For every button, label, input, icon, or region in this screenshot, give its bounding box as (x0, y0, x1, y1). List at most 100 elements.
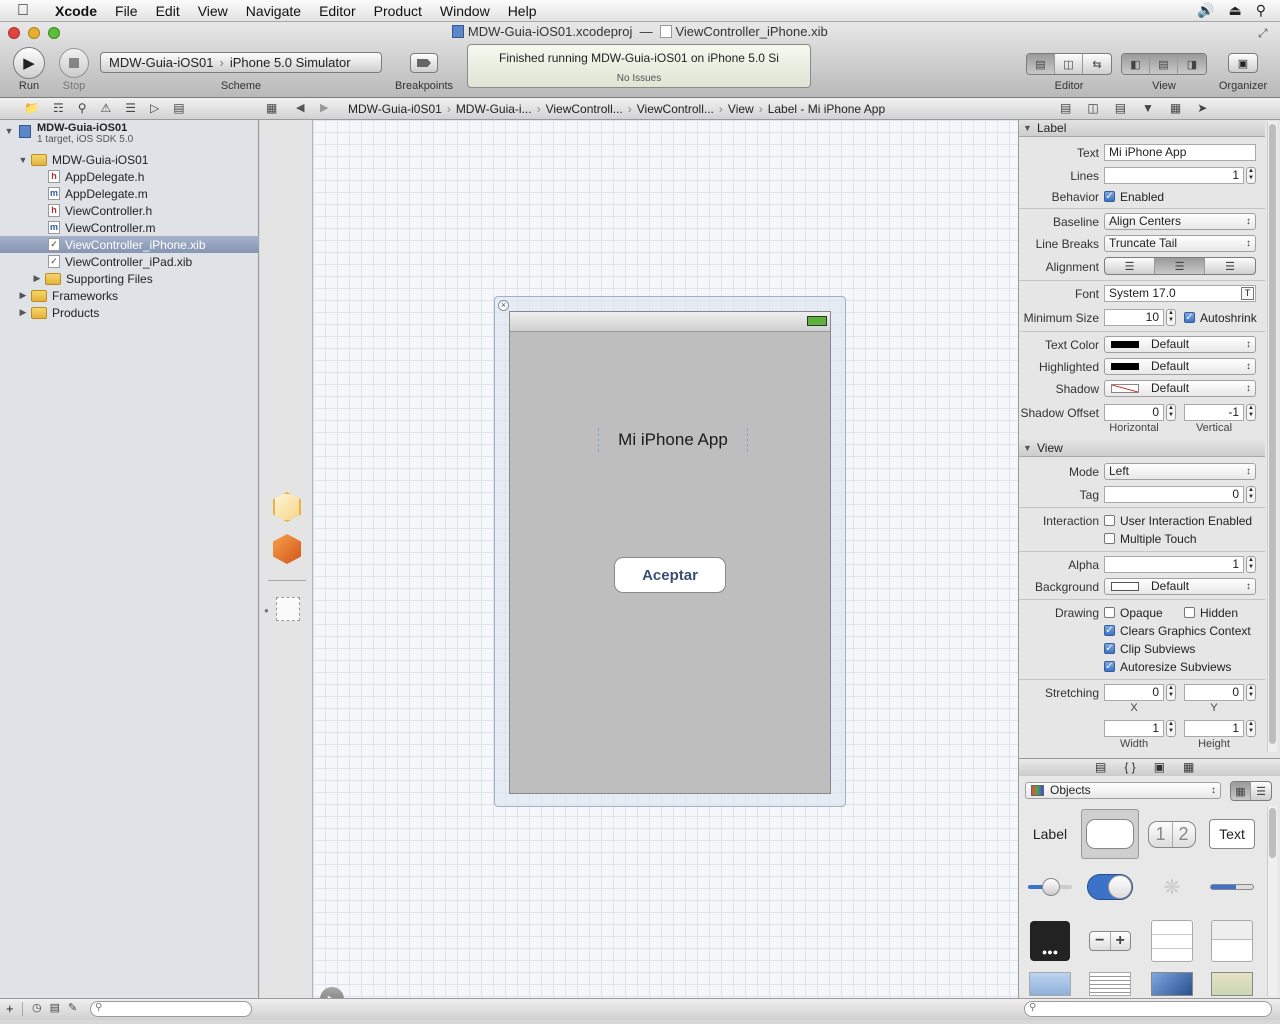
recent-files-icon[interactable]: ◷ (32, 1001, 42, 1014)
align-center-icon[interactable]: ☰ (1155, 258, 1205, 274)
view-object-icon[interactable] (276, 597, 300, 621)
debug-area-toggle-icon[interactable]: ▤ (1150, 54, 1178, 74)
iphone-view[interactable]: Mi iPhone App Aceptar (509, 311, 831, 794)
disclosure-open-icon[interactable]: ▼ (4, 126, 14, 136)
library-tile-segmented-control[interactable]: 1 2 (1143, 809, 1201, 859)
tree-item-viewcontroller-iphone-xib[interactable]: ✓ ViewController_iPhone.xib (0, 236, 259, 253)
align-left-icon[interactable]: ☰ (1105, 258, 1155, 274)
mode-popup[interactable]: Left (1104, 463, 1256, 480)
menu-app[interactable]: Xcode (46, 3, 106, 19)
apple-menu-icon[interactable]:  (0, 2, 46, 20)
file-template-library-icon[interactable]: ▤ (1095, 760, 1106, 774)
forward-arrow-icon[interactable]: ▶ (320, 101, 328, 114)
object-library-icon[interactable]: ▣ (1154, 760, 1165, 774)
breadcrumb-item-file[interactable]: ViewControll... (546, 102, 623, 116)
search-navigator-icon[interactable]: ⚲ (78, 101, 87, 115)
breadcrumb-item-group[interactable]: MDW-Guia-i... (456, 102, 532, 116)
breadcrumb-item-label[interactable]: Label - Mi iPhone App (768, 102, 885, 116)
tree-item-group[interactable]: ▼ MDW-Guia-iOS01 (0, 151, 259, 168)
shadow-color-popup[interactable]: Default (1104, 380, 1256, 397)
view-toggle-segment[interactable]: ◧ ▤ ◨ (1121, 53, 1207, 75)
tree-item-viewcontroller-m[interactable]: m ViewController.m (0, 219, 259, 236)
menu-help[interactable]: Help (499, 3, 546, 19)
media-library-icon[interactable]: ▦ (1183, 760, 1194, 774)
scheme-selector[interactable]: MDW-Guia-iOS01 › iPhone 5.0 Simulator (100, 52, 382, 73)
lines-stepper[interactable]: ▲ ▼ (1246, 167, 1256, 184)
library-tile-page-control[interactable]: ●●● (1021, 916, 1079, 966)
navigator-filter-input[interactable]: ⚲ (90, 1001, 252, 1017)
menu-edit[interactable]: Edit (147, 3, 189, 19)
volume-icon[interactable]: 🔊 (1197, 2, 1214, 19)
library-scroll-thumb[interactable] (1269, 808, 1276, 858)
list-view-icon[interactable]: ☰ (1251, 782, 1271, 800)
breadcrumb-item-view[interactable]: View (728, 102, 754, 116)
project-navigator-icon[interactable]: 📁 (24, 101, 39, 115)
tree-item-appdelegate-m[interactable]: m AppDelegate.m (0, 185, 259, 202)
log-navigator-icon[interactable]: ▤ (173, 101, 184, 115)
connections-inspector-icon[interactable]: ➤ (1197, 101, 1207, 115)
eject-icon[interactable]: ⏏ (1229, 2, 1242, 19)
related-items-icon[interactable]: ▦ (266, 101, 277, 115)
breakpoint-navigator-icon[interactable]: ▷ (150, 101, 159, 115)
align-right-icon[interactable]: ☰ (1205, 258, 1255, 274)
menu-editor[interactable]: Editor (310, 3, 365, 19)
shadow-offset-vertical-field[interactable]: -1 (1184, 404, 1244, 421)
shadow-offset-horizontal-field[interactable]: 0 (1104, 404, 1164, 421)
library-view-mode[interactable]: ▦ ☰ (1230, 781, 1272, 801)
back-arrow-icon[interactable]: ◀ (296, 101, 304, 114)
file-inspector-icon[interactable]: ▤ (1060, 101, 1071, 115)
breadcrumb-item-controller[interactable]: ViewControll... (637, 102, 714, 116)
stretch-x-stepper[interactable]: ▲ ▼ (1166, 684, 1176, 701)
aceptar-button[interactable]: Aceptar (614, 557, 726, 593)
tree-item-appdelegate-h[interactable]: h AppDelegate.h (0, 168, 259, 185)
library-tile-round-rect-button[interactable] (1081, 809, 1139, 859)
library-tile-image-view[interactable] (1021, 972, 1079, 998)
library-tile-switch[interactable] (1081, 862, 1139, 912)
unsaved-files-icon[interactable]: ▤ (50, 1001, 60, 1014)
highlighted-color-popup[interactable]: Default (1104, 358, 1256, 375)
library-tile-progress-view[interactable] (1203, 862, 1261, 912)
library-tile-activity-indicator[interactable]: ❋ (1143, 862, 1201, 912)
organizer-button[interactable]: ▣ (1228, 53, 1258, 73)
stretch-y-field[interactable]: 0 (1184, 684, 1244, 701)
close-view-icon[interactable]: × (498, 300, 509, 311)
view-section-header[interactable]: View (1019, 440, 1265, 457)
clip-subviews-checkbox[interactable]: ✓ (1104, 643, 1115, 654)
attributes-inspector-icon[interactable]: ▼ (1142, 101, 1154, 115)
stretch-height-field[interactable]: 1 (1184, 720, 1244, 737)
stretch-y-stepper[interactable]: ▲ ▼ (1246, 684, 1256, 701)
opaque-checkbox[interactable] (1104, 607, 1115, 618)
fullscreen-icon[interactable]: ⤢ (1258, 26, 1268, 41)
inspector-scroll-thumb[interactable] (1269, 124, 1276, 744)
code-snippet-library-icon[interactable]: { } (1124, 760, 1135, 774)
library-tile-web-view[interactable] (1143, 972, 1201, 998)
user-interaction-checkbox[interactable] (1104, 515, 1115, 526)
disclosure-closed-icon[interactable]: ▶ (18, 307, 28, 318)
library-scrollbar[interactable] (1267, 806, 1277, 996)
menu-product[interactable]: Product (365, 3, 431, 19)
library-tile-label[interactable]: Label (1021, 809, 1079, 859)
library-tile-table-view[interactable] (1143, 916, 1201, 966)
files-owner-icon[interactable] (273, 492, 301, 522)
label-text-field[interactable]: Mi iPhone App (1104, 144, 1256, 161)
library-tile-map-view[interactable] (1203, 972, 1261, 998)
issue-navigator-icon[interactable]: ⚠ (101, 101, 112, 115)
shadow-offset-horizontal-stepper[interactable]: ▲ ▼ (1166, 404, 1176, 421)
clears-graphics-context-checkbox[interactable]: ✓ (1104, 625, 1115, 636)
disclosure-open-icon[interactable]: ▼ (18, 155, 28, 165)
autoshrink-checkbox[interactable]: ✓ (1184, 312, 1195, 323)
stretch-height-stepper[interactable]: ▲ ▼ (1246, 720, 1256, 737)
library-filter-popup[interactable]: Objects (1025, 782, 1221, 799)
tree-item-viewcontroller-ipad-xib[interactable]: ✓ ViewController_iPad.xib (0, 253, 259, 270)
font-field[interactable]: System 17.0 (1104, 285, 1256, 302)
library-filter-input[interactable]: ⚲ (1024, 1001, 1272, 1017)
stretch-x-field[interactable]: 0 (1104, 684, 1164, 701)
alignment-segment[interactable]: ☰ ☰ ☰ (1104, 257, 1256, 275)
debug-navigator-icon[interactable]: ☰ (125, 101, 136, 115)
utilities-toggle-icon[interactable]: ◨ (1178, 54, 1206, 74)
interface-builder-canvas[interactable]: × Mi iPhone App Aceptar ▶ (313, 120, 1018, 1011)
library-tile-text-view[interactable] (1081, 972, 1139, 998)
grid-view-icon[interactable]: ▦ (1231, 782, 1251, 800)
text-color-popup[interactable]: Default (1104, 336, 1256, 353)
menu-file[interactable]: File (106, 3, 147, 19)
